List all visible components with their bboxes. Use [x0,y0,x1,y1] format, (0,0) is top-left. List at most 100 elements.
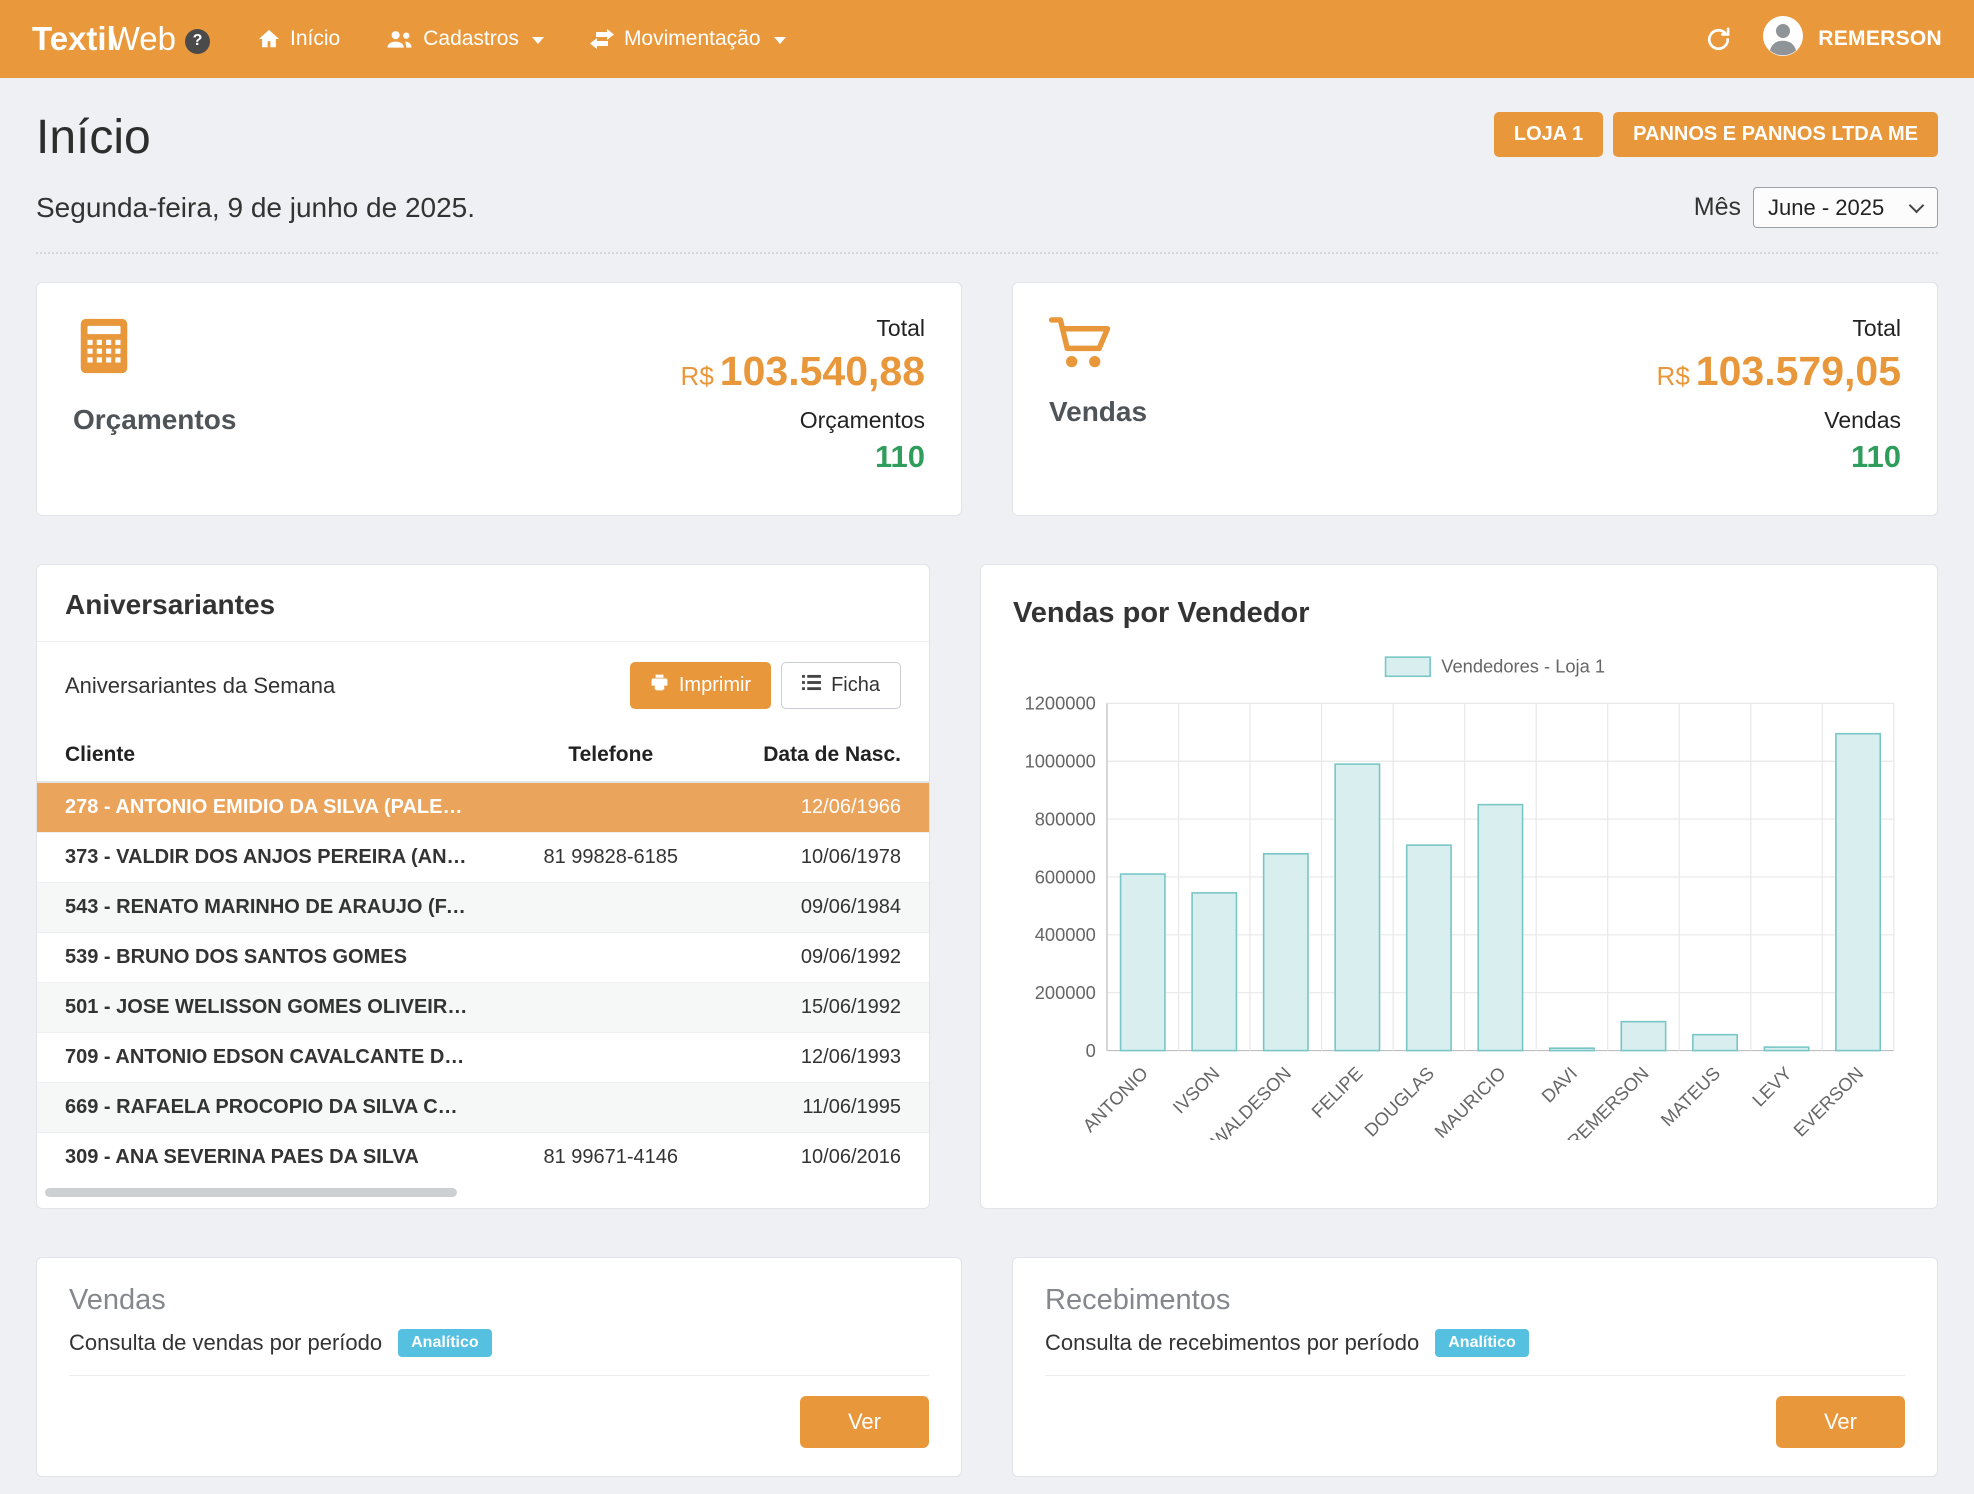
svg-text:EVERSON: EVERSON [1789,1062,1867,1139]
svg-text:600000: 600000 [1035,866,1096,887]
cell-telefone [497,1033,724,1083]
ver-vendas-button[interactable]: Ver [800,1396,929,1448]
analitico-badge: Analítico [1435,1329,1529,1357]
ficha-button[interactable]: Ficha [781,662,901,709]
caret-down-icon [774,37,786,44]
cell-cliente: 309 - ANA SEVERINA PAES DA SILVA [37,1133,497,1183]
company-button[interactable]: PANNOS E PANNOS LTDA ME [1613,112,1938,157]
cell-data-nasc: 10/06/2016 [724,1133,929,1183]
sales-bar-chart: 020000040000060000080000010000001200000A… [1013,646,1905,1140]
exchange-icon [590,29,614,49]
cell-data-nasc: 15/06/1992 [724,983,929,1033]
table-row[interactable]: 278 - ANTONIO EMIDIO DA SILVA (PALESTI…1… [37,782,929,833]
svg-text:DAVI: DAVI [1537,1062,1581,1106]
nav-label: Cadastros [423,27,519,51]
aniversariantes-title: Aniversariantes [37,565,929,642]
svg-text:ANTONIO: ANTONIO [1078,1062,1152,1136]
brand-bold: Textil [32,20,116,57]
count-label: Orçamentos [681,407,925,434]
panel-title: Recebimentos [1045,1284,1905,1317]
svg-text:1200000: 1200000 [1025,693,1096,714]
nav-label: Movimentação [624,27,761,51]
app-logo[interactable]: TextilWeb ? [32,20,210,58]
nav-item-cadastros[interactable]: Cadastros [386,27,544,51]
svg-text:400000: 400000 [1035,924,1096,945]
chart-bar [1192,893,1236,1051]
refresh-button[interactable] [1705,26,1732,53]
column-header-cliente: Cliente [37,729,497,782]
stat-card-title: Orçamentos [73,404,236,436]
cell-data-nasc: 10/06/1978 [724,833,929,883]
total-label: Total [681,315,925,342]
table-row[interactable]: 543 - RENATO MARINHO DE ARAUJO (FAZE…09/… [37,883,929,933]
chart-bar [1693,1035,1737,1051]
table-row[interactable]: 669 - RAFAELA PROCOPIO DA SILVA CARVA…11… [37,1083,929,1133]
cell-cliente: 278 - ANTONIO EMIDIO DA SILVA (PALESTI… [37,782,497,833]
chart-bar [1478,805,1522,1051]
svg-text:FELIPE: FELIPE [1307,1062,1366,1121]
cell-telefone [497,983,724,1033]
current-date: Segunda-feira, 9 de junho de 2025. [36,192,475,224]
total-value: R$103.540,88 [681,348,925,395]
cell-cliente: 501 - JOSE WELISSON GOMES OLIVEIRA (E… [37,983,497,1033]
chart-canvas: 020000040000060000080000010000001200000A… [1013,646,1905,1140]
stat-card-title: Vendas [1049,396,1147,428]
page-header: Início LOJA 1 PANNOS E PANNOS LTDA ME [36,110,1938,165]
month-select[interactable]: June - 2025 [1753,187,1938,228]
currency-symbol: R$ [681,361,714,391]
user-menu[interactable]: REMERSON [1762,15,1942,63]
scrollbar-thumb[interactable] [45,1188,457,1197]
cell-telefone: 81 99828-6185 [497,833,724,883]
cell-cliente: 373 - VALDIR DOS ANJOS PEREIRA (ANGELA) [37,833,497,883]
divider [36,252,1938,254]
chart-title: Vendas por Vendedor [1013,597,1905,630]
column-header-telefone: Telefone [497,729,724,782]
list-icon [802,674,821,697]
brand-light: Web [109,20,176,57]
total-label: Total [1657,315,1901,342]
printer-icon [650,673,669,698]
table-row[interactable]: 709 - ANTONIO EDSON CAVALCANTE DANTAS12/… [37,1033,929,1083]
date-row: Segunda-feira, 9 de junho de 2025. Mês J… [36,187,1938,228]
users-icon [386,28,413,50]
page-title: Início [36,110,151,165]
cell-cliente: 539 - BRUNO DOS SANTOS GOMES [37,933,497,983]
aniversariantes-table: Cliente Telefone Data de Nasc. 278 - ANT… [37,729,929,1182]
count-label: Vendas [1657,407,1901,434]
svg-text:MAURICIO: MAURICIO [1430,1062,1510,1139]
chart-bar [1121,874,1165,1051]
aniversariantes-subtitle: Aniversariantes da Semana [65,673,335,699]
help-icon[interactable]: ? [185,29,210,54]
cell-data-nasc: 12/06/1993 [724,1033,929,1083]
chart-bar [1621,1022,1665,1051]
chart-bar [1264,854,1308,1051]
table-row[interactable]: 539 - BRUNO DOS SANTOS GOMES 09/06/1992 [37,933,929,983]
imprimir-button[interactable]: Imprimir [630,662,771,709]
chart-bar [1764,1047,1808,1050]
divider [69,1375,929,1376]
stats-row: Orçamentos Total R$103.540,88 Orçamentos… [36,282,1938,516]
cell-telefone: 81 99671-4146 [497,1133,724,1183]
svg-text:1000000: 1000000 [1025,751,1096,772]
cell-data-nasc: 09/06/1992 [724,933,929,983]
cell-data-nasc: 09/06/1984 [724,883,929,933]
nav-item-inicio[interactable]: Início [258,27,340,51]
page-container: Início LOJA 1 PANNOS E PANNOS LTDA ME Se… [0,78,1974,1477]
horizontal-scrollbar[interactable] [45,1188,921,1200]
avatar-icon [1762,15,1804,63]
total-value: R$103.579,05 [1657,348,1901,395]
count-value: 110 [1657,439,1901,475]
shopping-cart-icon [1049,315,1113,374]
table-row[interactable]: 501 - JOSE WELISSON GOMES OLIVEIRA (E… 15… [37,983,929,1033]
top-navbar: TextilWeb ? Início Cadastros Movimentaçã… [0,0,1974,78]
table-row[interactable]: 373 - VALDIR DOS ANJOS PEREIRA (ANGELA)8… [37,833,929,883]
column-header-data-nasc: Data de Nasc. [724,729,929,782]
month-label: Mês [1694,193,1741,222]
nav-item-movimentacao[interactable]: Movimentação [590,27,786,51]
store-button[interactable]: LOJA 1 [1494,112,1603,157]
cell-telefone [497,933,724,983]
username-label: REMERSON [1818,27,1942,51]
ver-recebimentos-button[interactable]: Ver [1776,1396,1905,1448]
table-row[interactable]: 309 - ANA SEVERINA PAES DA SILVA81 99671… [37,1133,929,1183]
vendas-card: Vendas Total R$103.579,05 Vendas 110 [1012,282,1938,516]
